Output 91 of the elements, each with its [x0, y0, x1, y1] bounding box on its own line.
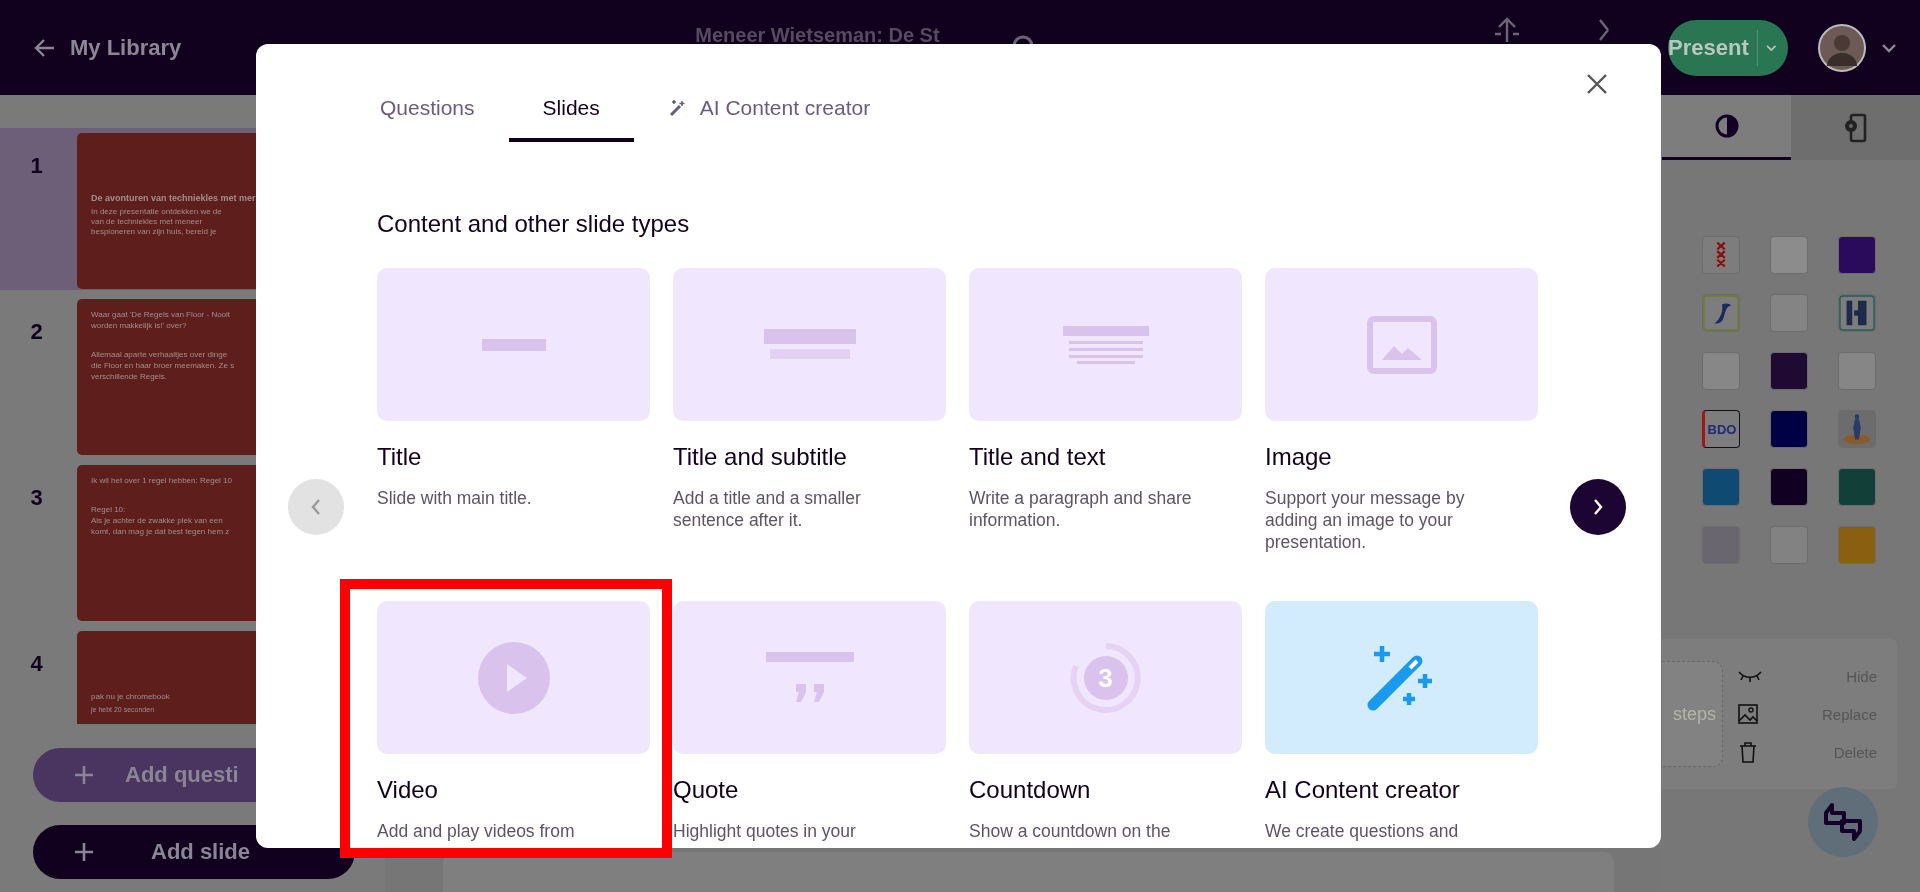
- card-description: Write a paragraph and share information.: [969, 487, 1193, 531]
- theme-swatch[interactable]: [1770, 294, 1808, 332]
- chevron-left-icon: [310, 498, 322, 516]
- slide-text: van de techniekles met meneer: [91, 217, 204, 227]
- slide-text: worden makkelijk is!' over?: [91, 320, 188, 331]
- slide-text: die Floor en haar broer meemaken. Ze s: [91, 360, 236, 371]
- theme-logo[interactable]: [1838, 294, 1876, 332]
- image-icon: [1737, 703, 1759, 725]
- theme-swatch[interactable]: [1702, 352, 1740, 390]
- slide-type-card[interactable]: Title and text Write a paragraph and share information.: [969, 268, 1242, 581]
- card-title: Title and subtitle: [673, 443, 848, 471]
- presentation-title: Meneer Wietseman: De St: [695, 24, 940, 47]
- slide-text: Allemaal aparte verhaaltjes over dinge: [91, 349, 229, 360]
- theme-logo[interactable]: [1702, 294, 1740, 332]
- card-description: Show a countdown on the: [969, 820, 1172, 842]
- theme-swatch[interactable]: [1770, 468, 1808, 506]
- theme-swatch[interactable]: [1770, 236, 1808, 274]
- theme-swatch[interactable]: [1770, 352, 1808, 390]
- slide-type-card[interactable]: Image Support your message by adding an image to your presentation.: [1265, 268, 1538, 581]
- slide-number: 1: [29, 152, 44, 180]
- slide-number: 4: [29, 650, 44, 678]
- theme-logo[interactable]: BDO: [1702, 410, 1740, 448]
- feedback-button[interactable]: [1808, 787, 1878, 857]
- add-question-button[interactable]: Add questi: [33, 748, 256, 802]
- dialog-tab[interactable]: Slides: [508, 86, 634, 142]
- slide-item[interactable]: 3 Ik wil het over 1 regel hebben: Regel 10 Regel 10: Als je achter de zwakke plek van een komt, dan mag je dat best tegen hem z: [0, 460, 256, 626]
- back-arrow-icon: [34, 36, 56, 59]
- slide-type-card[interactable]: Quote Highlight quotes in your: [673, 601, 946, 848]
- section-heading: Content and other slide types: [377, 210, 691, 238]
- card-title: Title and text: [969, 443, 1107, 471]
- caret-icon[interactable]: [1880, 41, 1898, 54]
- theme-swatch[interactable]: [1770, 410, 1808, 448]
- slide-title: De avonturen van techniekles met mer: [91, 193, 256, 203]
- theme-swatch[interactable]: [1838, 236, 1876, 274]
- theme-tab[interactable]: [1662, 95, 1791, 160]
- slide-text: bespioneren van zijn huis, bereid je: [91, 227, 218, 237]
- play-icon: [477, 641, 550, 714]
- slide-text: Ik wil het over 1 regel hebben: Regel 10: [91, 475, 233, 486]
- slide-type-card[interactable]: 3 Countdown Show a countdown on the: [969, 601, 1242, 848]
- slide-item[interactable]: 2 Waar gaat 'De Regels van Floor - Nooit worden makkelijk is!' over? Allemaal aparte verhaaltjes over dinge die Floor en haar broer meemaken. Ze s verschillende Regels.: [0, 294, 256, 460]
- card-title: AI Content creator: [1265, 776, 1461, 804]
- plus-icon: [73, 764, 95, 786]
- avatar[interactable]: [1818, 23, 1866, 72]
- slide-item[interactable]: 1 De avonturen van techniekles met mer In deze presentatie ontdekken we de van de techniekles met meneer bespioneren van zijn huis, bereid je: [0, 128, 256, 290]
- slide-type-card[interactable]: Title Slide with main title.: [377, 268, 650, 581]
- slide-text: verschillende Regels.: [91, 371, 169, 382]
- subtitle-layout-icon: [763, 328, 856, 361]
- device-settings-tab[interactable]: [1791, 95, 1920, 160]
- slide-text: Als je achter de zwakke plek van een: [91, 515, 224, 526]
- slide-number: 2: [29, 318, 44, 346]
- card-description: Highlight quotes in your: [673, 820, 857, 842]
- trash-icon: [1737, 741, 1759, 763]
- theme-swatch[interactable]: [1838, 526, 1876, 564]
- slide-type-card[interactable]: Title and subtitle Add a title and a smaller sentence after it.: [673, 268, 946, 581]
- theme-swatch[interactable]: [1838, 468, 1876, 506]
- slide-number: 3: [29, 484, 44, 512]
- dialog-tab[interactable]: AI Content creator: [633, 86, 905, 142]
- close-icon[interactable]: [1586, 73, 1608, 95]
- slide-type-card[interactable]: Video Add and play videos from: [377, 601, 650, 848]
- title-layout-icon: [481, 338, 546, 351]
- quote-icon: [765, 651, 854, 704]
- magic-wand-icon: [667, 98, 688, 118]
- theme-swatch[interactable]: [1702, 468, 1740, 506]
- plus-icon: [73, 841, 95, 863]
- slide-text: komt, dan mag je dat best tegen hem z: [91, 526, 231, 537]
- back-link[interactable]: My Library: [34, 34, 182, 61]
- card-description: Slide with main title.: [377, 487, 533, 509]
- card-title: Countdown: [969, 776, 1092, 804]
- theme-swatch[interactable]: [1838, 352, 1876, 390]
- slide-type-card[interactable]: AI Content creator We create questions and: [1265, 601, 1538, 848]
- dialog-tab[interactable]: Questions: [346, 86, 509, 142]
- contrast-icon: [1713, 113, 1740, 139]
- card-description: Support your message by adding an image to your presentation.: [1265, 487, 1466, 553]
- card-description: Add and play videos from: [377, 820, 576, 842]
- text-layout-icon: [1062, 325, 1149, 364]
- slide-text: Regel 10:: [91, 504, 127, 515]
- next-button[interactable]: [1570, 479, 1626, 535]
- card-title: Title: [377, 443, 423, 471]
- theme-logo[interactable]: [1702, 236, 1740, 274]
- chevron-right-icon: [1592, 498, 1604, 516]
- slide-text: In deze presentatie ontdekken we de: [91, 207, 223, 217]
- slide-text: Waar gaat 'De Regels van Floor - Nooit: [91, 309, 232, 320]
- card-title: Quote: [673, 776, 740, 804]
- image-icon: [1366, 315, 1437, 374]
- present-button[interactable]: Present: [1668, 19, 1788, 76]
- card-description: We create questions and: [1265, 820, 1460, 842]
- slide-text: pak nu je chromebook: [91, 691, 171, 702]
- card-title: Image: [1265, 443, 1333, 471]
- device-gear-icon: [1842, 112, 1869, 143]
- card-title: Video: [377, 776, 439, 804]
- card-description: Add a title and a smaller sentence after it.: [673, 487, 862, 531]
